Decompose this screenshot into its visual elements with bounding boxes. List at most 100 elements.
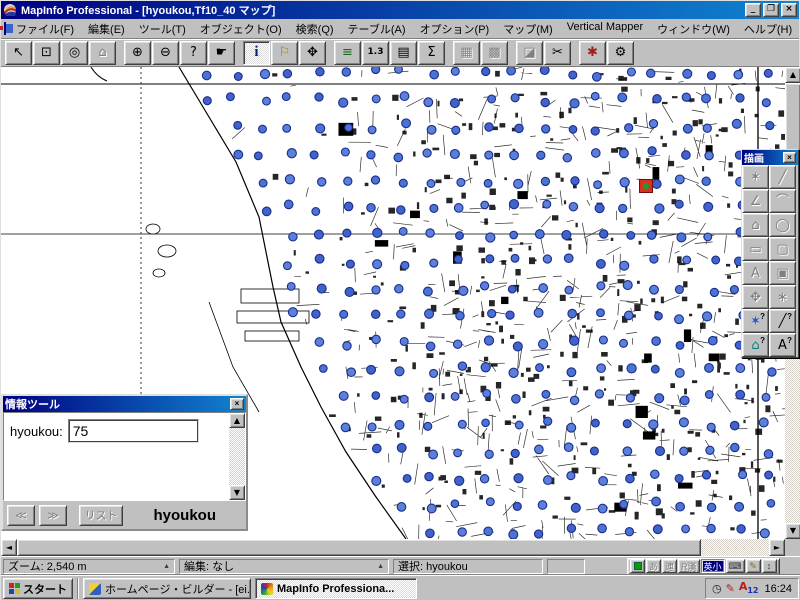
menu-window[interactable]: ウィンドウ(W) — [650, 19, 737, 39]
label-button[interactable]: ⚐ — [271, 41, 298, 65]
info-scroll-up-button[interactable]: ▲ — [229, 413, 245, 428]
menu-table[interactable]: テーブル(A) — [341, 19, 413, 39]
drawing-toolbar-titlebar[interactable]: 描画 × — [742, 150, 798, 165]
polygon-select-button[interactable]: ⌂ — [89, 41, 116, 65]
clip-region-onoff-button[interactable]: ✂ — [544, 41, 571, 65]
close-button[interactable]: × — [781, 3, 797, 17]
homepage-builder-icon — [89, 583, 101, 595]
symbol-tool-button[interactable]: ✶ — [742, 165, 769, 189]
map-horizontal-scrollbar: ◄ ► — [1, 539, 785, 556]
drawing-toolbar-close-icon[interactable]: × — [783, 152, 796, 163]
info-button[interactable]: i — [243, 41, 270, 65]
minimize-button[interactable]: _ — [745, 3, 761, 17]
menu-options[interactable]: オプション(P) — [413, 19, 497, 39]
zoom-status-pane[interactable]: ズーム: 2,540 m▲ — [3, 559, 175, 574]
drawing-toolbar-title: 描画 — [744, 150, 783, 165]
scroll-right-button[interactable]: ► — [769, 539, 785, 556]
menu-query[interactable]: 検索(Q) — [289, 19, 341, 39]
next-record-button[interactable]: ≫ — [39, 505, 67, 526]
menu-file[interactable]: ファイル(F) — [9, 19, 81, 39]
ime-input-mode-button[interactable]: あ — [646, 559, 661, 573]
polyline-tool-button[interactable]: ∠ — [742, 189, 769, 213]
main-toolbar: ↖ ⊡◎⌂ ⊕ ⊖?☛ i⚐✥ ≡ 1.3 ▤ Σ ▦▩ ◪✂ ✱⚙ — [1, 39, 799, 67]
region-style-button[interactable]: ⌂? — [742, 333, 769, 357]
rectangle-tool-button[interactable]: ▭ — [742, 237, 769, 261]
info-dialog-close-icon[interactable]: × — [230, 398, 244, 410]
edit-status-pane[interactable]: 編集: なし▲ — [179, 559, 389, 574]
mapbasic-tools-button[interactable]: ⚙ — [607, 41, 634, 65]
drag-map-window-button[interactable]: ✥ — [299, 41, 326, 65]
arc-tool-button[interactable]: ⌒ — [769, 189, 796, 213]
windows-flag-icon — [9, 583, 20, 594]
restore-button[interactable]: ❐ — [763, 3, 779, 17]
statistics-button[interactable]: Σ — [418, 41, 445, 65]
grabber-button[interactable]: ☛ — [208, 41, 235, 65]
set-clip-region-button[interactable]: ◪ — [516, 41, 543, 65]
ruler-button[interactable]: 1.3 — [362, 41, 389, 65]
scheduler-icon[interactable]: ◷ — [712, 583, 722, 594]
select-button[interactable]: ↖ — [5, 41, 32, 65]
mdi-document-icon[interactable] — [4, 22, 6, 35]
zoom-in-button[interactable]: ⊕ — [124, 41, 151, 65]
info-scroll-down-button[interactable]: ▼ — [229, 485, 245, 500]
menu-edit[interactable]: 編集(E) — [81, 19, 132, 39]
map-window: ▲ ▼ ◄ ► 描画 × ✶ ╱ ∠⌒⌂◯▭▢A ▣ ✥ ∗ ✶?╱?⌂?A? 情報ツール … — [1, 67, 800, 556]
selection-status-pane[interactable]: 選択: hyoukou — [393, 559, 543, 574]
hotlink-button[interactable]: ✱ — [579, 41, 606, 65]
assign-selected-objects-button[interactable]: ▩ — [481, 41, 508, 65]
menu-help[interactable]: ヘルプ(H) — [737, 19, 799, 39]
scroll-left-button[interactable]: ◄ — [1, 539, 17, 556]
text-style-button[interactable]: A? — [769, 333, 796, 357]
list-button[interactable]: リスト — [79, 505, 123, 526]
ime-keyboard-icon[interactable]: ⌨ — [726, 559, 745, 573]
scroll-up-button[interactable]: ▲ — [785, 67, 800, 83]
menu-map[interactable]: マップ(M) — [496, 19, 560, 39]
menu-objects[interactable]: オブジェクト(O) — [193, 19, 289, 39]
task-mapinfo[interactable]: MapInfo Professiona... — [255, 578, 417, 599]
ellipse-tool-button[interactable]: ◯ — [769, 213, 796, 237]
add-node-tool-icon: ∗ — [777, 291, 788, 304]
frame-tool-icon: ▣ — [776, 267, 788, 280]
line-style-button[interactable]: ╱? — [769, 309, 796, 333]
layer-control-button[interactable]: ≡ — [334, 41, 361, 65]
title-bar[interactable]: MapInfo Professional - [hyoukou,Tf10_40 … — [1, 1, 799, 19]
text-tool-button[interactable]: A — [742, 261, 769, 285]
hyoukou-value-field[interactable] — [68, 419, 199, 443]
rounded-rectangle-tool-button[interactable]: ▢ — [769, 237, 796, 261]
ime-roman-kanji-button[interactable]: R漢 — [678, 559, 700, 573]
ime-onoff-button[interactable] — [630, 559, 645, 573]
ime-conversion-mode-button[interactable]: 連 — [662, 559, 677, 573]
change-view-button[interactable]: ? — [180, 41, 207, 65]
ime-english-case-button[interactable]: 英小 — [701, 559, 725, 573]
menu-vertical-mapper[interactable]: Vertical Mapper — [560, 19, 650, 39]
polygon-tool-button[interactable]: ⌂ — [742, 213, 769, 237]
marquee-select-button[interactable]: ⊡ — [33, 41, 60, 65]
layer-control-icon: ≡ — [342, 46, 353, 59]
select-icon: ↖ — [13, 46, 24, 59]
info-dialog-titlebar[interactable]: 情報ツール × — [3, 396, 246, 412]
menu-tools[interactable]: ツール(T) — [132, 19, 193, 39]
symbol-style-button[interactable]: ✶? — [742, 309, 769, 333]
ime-pad-icon[interactable]: ✎ — [746, 559, 761, 573]
legend-button[interactable]: ▤ — [390, 41, 417, 65]
line-tool-icon: ╱ — [779, 171, 787, 184]
info-scroll-track[interactable] — [229, 428, 245, 485]
scroll-down-button[interactable]: ▼ — [785, 523, 800, 539]
line-tool-button[interactable]: ╱ — [769, 165, 796, 189]
add-node-tool-button[interactable]: ∗ — [769, 285, 796, 309]
frame-tool-button[interactable]: ▣ — [769, 261, 796, 285]
set-target-district-button[interactable]: ▦ — [453, 41, 480, 65]
ime-a12-icon[interactable]: A12 — [739, 581, 759, 595]
zoom-out-button[interactable]: ⊖ — [152, 41, 179, 65]
ime-minimize-icon[interactable]: ↕ — [762, 559, 777, 573]
radius-select-button[interactable]: ◎ — [61, 41, 88, 65]
symbol-tool-icon: ✶ — [750, 171, 761, 184]
reshape-tool-button[interactable]: ✥ — [742, 285, 769, 309]
previous-record-button[interactable]: ≪ — [7, 505, 35, 526]
zoom-out-icon: ⊖ — [160, 46, 171, 59]
pen-icon[interactable]: ✎ — [726, 583, 735, 594]
legend-icon: ▤ — [397, 46, 409, 59]
task-homepage-builder[interactable]: ホームページ・ビルダー - [ei... — [83, 578, 251, 599]
horizontal-scroll-thumb[interactable] — [17, 539, 701, 556]
start-button[interactable]: スタート — [3, 578, 73, 599]
